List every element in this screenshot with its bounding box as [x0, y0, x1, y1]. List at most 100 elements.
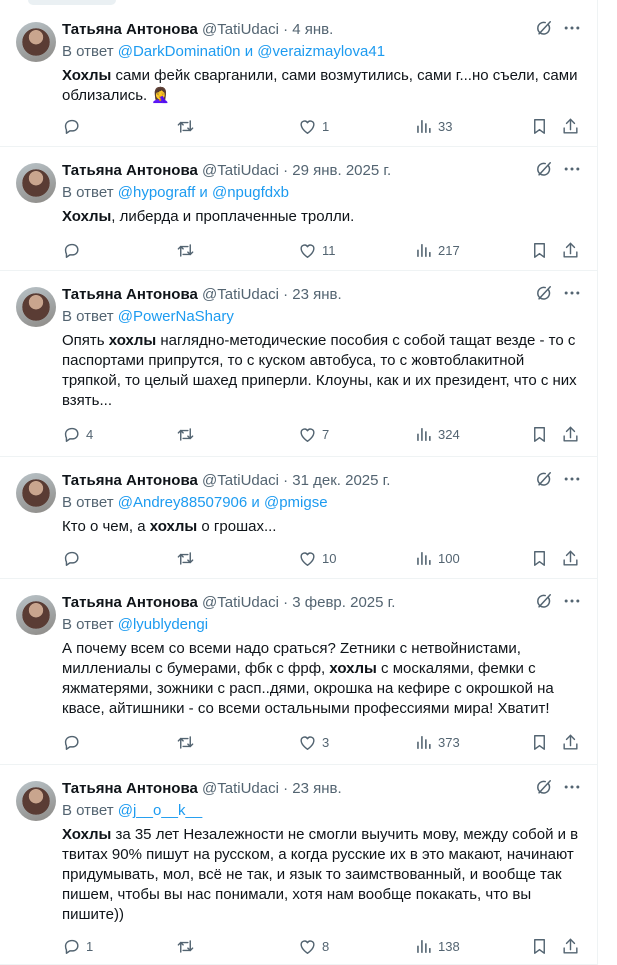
- author-handle[interactable]: @TatiUdaci: [202, 162, 279, 179]
- grok-icon[interactable]: [534, 591, 554, 611]
- retweet-button[interactable]: [176, 936, 200, 956]
- reply-button[interactable]: [62, 116, 86, 136]
- retweet-button[interactable]: [176, 240, 200, 260]
- avatar[interactable]: [16, 781, 56, 821]
- share-button[interactable]: [561, 548, 580, 568]
- views-button[interactable]: 100: [414, 548, 460, 568]
- reply-context: В ответ @PowerNaShary: [62, 307, 582, 327]
- tweet-header: Татьяна Антонова @TatiUdaci · 29 янв. 20…: [62, 161, 582, 181]
- share-button[interactable]: [561, 732, 580, 752]
- tweet[interactable]: Татьяна Антонова @TatiUdaci · 29 янв. 20…: [0, 147, 598, 271]
- author-handle[interactable]: @TatiUdaci: [202, 286, 279, 303]
- tweet-content: Татьяна Антонова @TatiUdaci · 23 янв. В о…: [62, 779, 582, 925]
- grok-icon[interactable]: [534, 18, 554, 38]
- author-handle[interactable]: @TatiUdaci: [202, 780, 279, 797]
- views-button[interactable]: 217: [414, 240, 460, 260]
- tweet-date[interactable]: 3 февр. 2025 г.: [292, 594, 395, 611]
- reply-mention-link[interactable]: @Andrey88507906: [118, 494, 248, 511]
- author-name[interactable]: Татьяна Антонова: [62, 21, 198, 38]
- share-button[interactable]: [561, 240, 580, 260]
- author-name[interactable]: Татьяна Антонова: [62, 472, 198, 489]
- like-button[interactable]: 3: [298, 732, 329, 752]
- views-button[interactable]: 324: [414, 424, 460, 444]
- share-button[interactable]: [561, 116, 580, 136]
- grok-icon[interactable]: [534, 469, 554, 489]
- tweet[interactable]: Татьяна Антонова @TatiUdaci · 4 янв. В от…: [0, 6, 598, 147]
- tweet[interactable]: Татьяна Антонова @TatiUdaci · 3 февр. 20…: [0, 579, 598, 765]
- more-icon[interactable]: [562, 777, 582, 797]
- reply-mention-link[interactable]: @lyublydengi: [118, 616, 208, 633]
- tweet-text: Кто о чем, а хохлы о грошах...: [62, 517, 582, 537]
- author-name[interactable]: Татьяна Антонова: [62, 594, 198, 611]
- reply-mention-link[interactable]: @pmigse: [264, 494, 328, 511]
- grok-icon[interactable]: [534, 777, 554, 797]
- avatar[interactable]: [16, 22, 56, 62]
- tweet-date[interactable]: 29 янв. 2025 г.: [292, 162, 391, 179]
- views-button[interactable]: 33: [414, 116, 452, 136]
- avatar[interactable]: [16, 595, 56, 635]
- tweet-header: Татьяна Антонова @TatiUdaci · 31 дек. 20…: [62, 471, 582, 491]
- more-icon[interactable]: [562, 469, 582, 489]
- tweet-text-segment: сами фейк сварганили, сами возмутились, …: [62, 67, 578, 104]
- retweet-button[interactable]: [176, 548, 200, 568]
- tweet-date[interactable]: 4 янв.: [292, 21, 333, 38]
- reply-mention-link[interactable]: @hypograff: [118, 184, 196, 201]
- tweet[interactable]: Татьяна Антонова @TatiUdaci · 23 янв. В о…: [0, 765, 598, 965]
- retweet-button[interactable]: [176, 116, 200, 136]
- author-handle[interactable]: @TatiUdaci: [202, 21, 279, 38]
- reply-button[interactable]: 4: [62, 424, 93, 444]
- reply-context: В ответ @j__o__k__: [62, 801, 582, 821]
- like-button[interactable]: 1: [298, 116, 329, 136]
- highlighted-keyword: Хохлы: [62, 208, 112, 225]
- bookmark-button[interactable]: [530, 424, 549, 444]
- more-icon[interactable]: [562, 18, 582, 38]
- share-button[interactable]: [561, 424, 580, 444]
- avatar[interactable]: [16, 163, 56, 203]
- grok-icon[interactable]: [534, 159, 554, 179]
- author-handle[interactable]: @TatiUdaci: [202, 594, 279, 611]
- author-name[interactable]: Татьяна Антонова: [62, 286, 198, 303]
- more-icon[interactable]: [562, 159, 582, 179]
- tweet-date[interactable]: 23 янв.: [292, 780, 341, 797]
- reply-mention-link[interactable]: @PowerNaShary: [118, 308, 234, 325]
- share-icon: [561, 425, 580, 444]
- bookmark-button[interactable]: [530, 116, 549, 136]
- retweet-button[interactable]: [176, 424, 200, 444]
- like-button[interactable]: 8: [298, 936, 329, 956]
- avatar[interactable]: [16, 287, 56, 327]
- more-icon[interactable]: [562, 591, 582, 611]
- reply-button[interactable]: 1: [62, 936, 93, 956]
- avatar[interactable]: [16, 473, 56, 513]
- author-name[interactable]: Татьяна Антонова: [62, 780, 198, 797]
- bookmark-button[interactable]: [530, 732, 549, 752]
- bookmark-button[interactable]: [530, 548, 549, 568]
- views-button[interactable]: 138: [414, 936, 460, 956]
- reply-mention-link[interactable]: @npugfdxb: [212, 184, 289, 201]
- bookmark-button[interactable]: [530, 936, 549, 956]
- reply-prefix: В ответ: [62, 494, 114, 511]
- reply-icon: [62, 425, 81, 444]
- tweet[interactable]: Татьяна Антонова @TatiUdaci · 31 дек. 20…: [0, 457, 598, 579]
- tweet-date[interactable]: 23 янв.: [292, 286, 341, 303]
- grok-icon[interactable]: [534, 283, 554, 303]
- reply-button[interactable]: [62, 240, 86, 260]
- author-handle[interactable]: @TatiUdaci: [202, 472, 279, 489]
- retweet-button[interactable]: [176, 732, 200, 752]
- highlighted-keyword: Хохлы: [62, 67, 112, 84]
- like-button[interactable]: 7: [298, 424, 329, 444]
- reply-button[interactable]: [62, 548, 86, 568]
- reply-mention-link[interactable]: @j__o__k__: [118, 802, 202, 819]
- bookmark-button[interactable]: [530, 240, 549, 260]
- like-button[interactable]: 11: [298, 240, 336, 260]
- views-icon: [414, 937, 433, 956]
- tweet-date[interactable]: 31 дек. 2025 г.: [292, 472, 390, 489]
- tweet[interactable]: Татьяна Антонова @TatiUdaci · 23 янв. В о…: [0, 271, 598, 457]
- share-button[interactable]: [561, 936, 580, 956]
- reply-button[interactable]: [62, 732, 86, 752]
- reply-mention-link[interactable]: @veraizmaylova41: [257, 43, 385, 60]
- views-button[interactable]: 373: [414, 732, 460, 752]
- reply-mention-link[interactable]: @DarkDominati0n: [118, 43, 241, 60]
- like-button[interactable]: 10: [298, 548, 336, 568]
- author-name[interactable]: Татьяна Антонова: [62, 162, 198, 179]
- more-icon[interactable]: [562, 283, 582, 303]
